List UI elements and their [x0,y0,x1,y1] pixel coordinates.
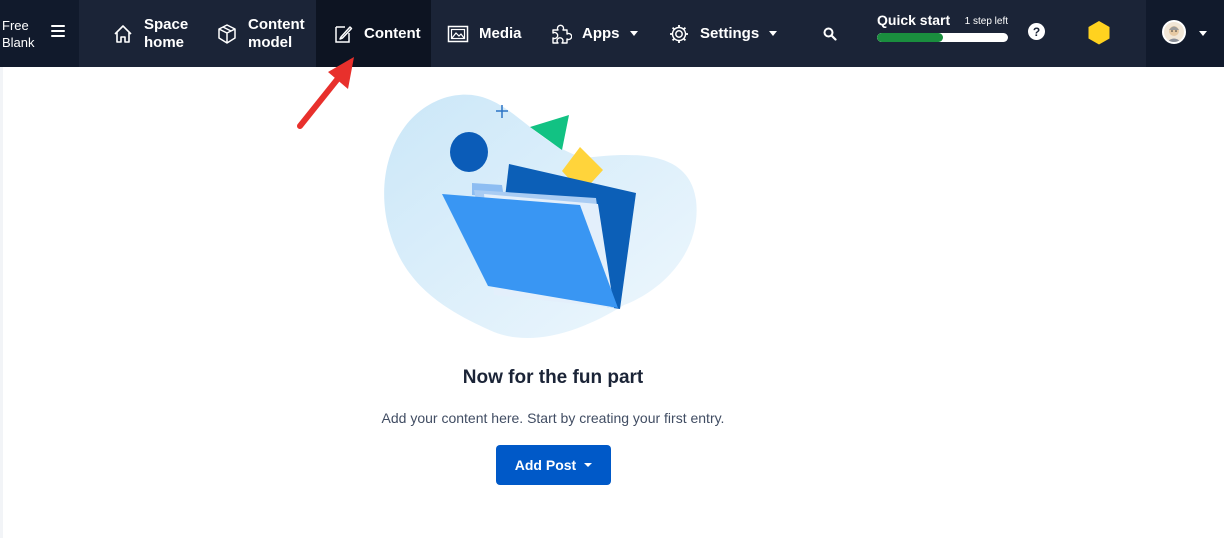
nav-content-model-label: Content model [248,15,305,51]
chevron-down-icon [769,31,778,36]
empty-state-title: Now for the fun part [462,367,644,388]
nav-settings-label: Settings [700,24,760,42]
settings-icon [668,23,690,45]
menu-icon[interactable] [51,25,65,39]
quick-start-progress-fill [877,33,943,42]
content-model-icon [216,23,238,45]
chevron-down-icon [1199,31,1207,36]
top-navigation: Free Blank Space home Content model Cont… [0,0,1224,67]
org-icon[interactable] [1087,20,1111,50]
nav-media-label: Media [479,24,522,42]
nav-settings[interactable]: Settings [668,0,778,67]
avatar [1162,20,1186,44]
chevron-down-icon [629,31,638,36]
nav-space-home-label: Space home [144,15,189,51]
media-icon [447,23,469,45]
nav-media[interactable]: Media [447,0,522,67]
search-icon[interactable] [818,22,842,46]
quick-start[interactable]: Quick start 1 step left [877,12,1011,42]
annotation-arrow [297,57,354,129]
account-menu[interactable] [1146,0,1224,67]
add-post-button[interactable]: Add Post [496,445,611,485]
chevron-down-icon [584,463,593,467]
home-icon [112,23,134,45]
nav-apps[interactable]: Apps [550,0,638,67]
space-name: Free Blank [2,17,35,50]
empty-state-description: Add your content here. Start by creating… [381,410,725,426]
nav-space-home[interactable]: Space home [112,0,192,67]
empty-state-illustration [384,94,697,339]
space-switcher[interactable]: Free Blank [0,0,79,67]
nav-content-label: Content [364,24,421,42]
content-icon [332,23,354,45]
sidebar-edge [0,67,3,538]
apps-icon [550,23,572,45]
nav-apps-label: Apps [582,24,620,42]
quick-start-progress-bar [877,33,1008,42]
quick-start-steps-left: 1 step left [964,16,1008,27]
help-icon[interactable]: ? [1028,23,1045,40]
add-post-button-label: Add Post [514,457,577,473]
